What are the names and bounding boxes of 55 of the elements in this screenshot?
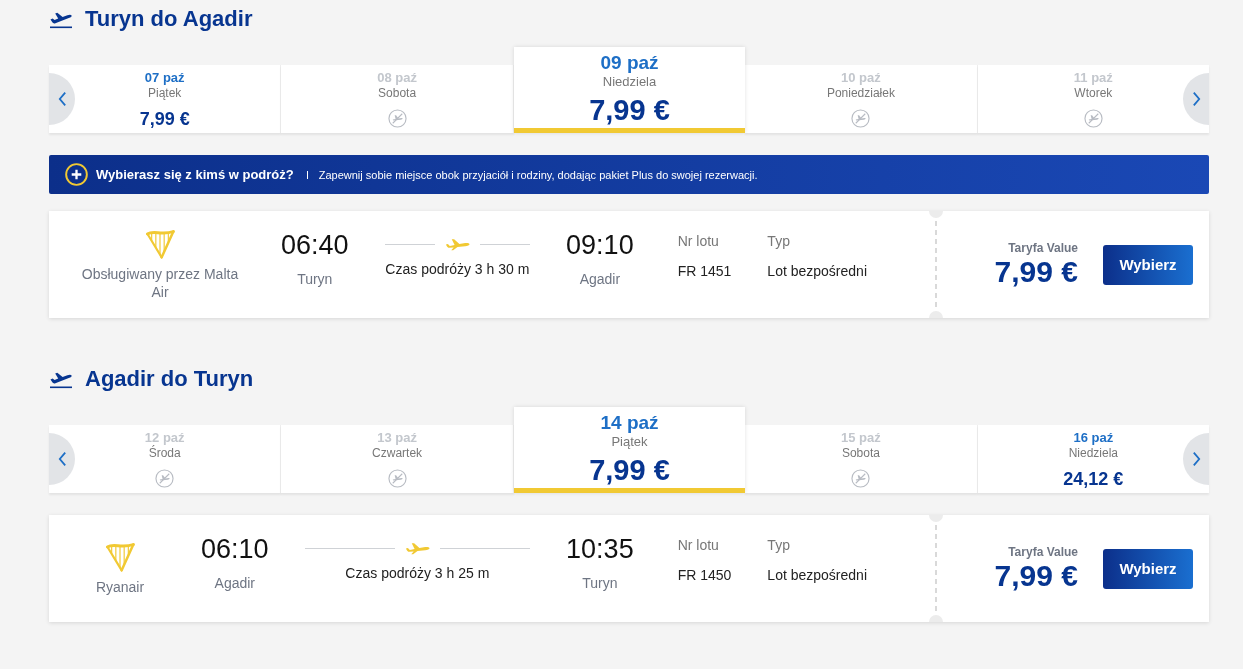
section-title: Agadir do Turyn [85,366,254,392]
flight-type: Lot bezpośredni [767,566,867,584]
section-title: Turyn do Agadir [85,6,253,32]
date-tab[interactable]: 14 paź Piątek 7,99 € [513,407,746,493]
date-tab[interactable]: 09 paź Niedziela 7,99 € [513,47,746,133]
date-tab[interactable]: 15 paź Sobota [745,425,978,493]
select-button[interactable]: Wybierz [1103,548,1193,589]
flight-type: Lot bezpośredni [767,262,867,280]
trip-duration: Czas podróży 3 h 30 m [385,260,530,278]
departure-time: 06:10 [201,533,269,566]
plus-icon [65,163,88,186]
fare-label: Taryfa Value [1008,240,1078,255]
fare-price: 7,99 € [994,254,1078,289]
no-flights-icon [387,109,407,128]
fare-label: Taryfa Value [1008,544,1078,559]
promo-title: Wybierasz się z kimś w podróż? [96,167,294,182]
fare-price: 7,99 € [994,558,1078,593]
flight-type-label: Typ [767,232,791,250]
flight-number: FR 1450 [677,566,732,584]
date-tab[interactable]: 13 paź Czwartek [281,425,514,493]
promo-text: Zapewnij sobie miejsce obok przyjaciół i rodziny, dodając pakiet Plus do swojej rezerwacji. [318,168,758,181]
date-tab[interactable]: 11 paź Wtorek [977,65,1210,133]
date-tab[interactable]: 12 paź Środa [49,425,282,493]
arrival-city: Turyn [582,575,618,591]
chevron-left-icon [57,451,67,467]
flight-number-label: Nr lotu [677,232,720,250]
departure-time: 06:40 [281,229,349,262]
no-flights-icon [851,109,871,128]
harp-logo-icon [105,541,135,572]
departure-city: Turyn [297,271,333,287]
flight-type-label: Typ [767,536,791,554]
no-flights-icon [155,469,175,488]
plane-icon [404,541,430,555]
date-tab[interactable]: 07 paź Piątek 7,99 € [49,65,282,133]
no-flights-icon [387,469,407,488]
plane-icon [444,237,470,251]
chevron-right-icon [1191,91,1201,107]
arrival-time: 10:35 [566,533,634,566]
trip-duration: Czas podróży 3 h 25 m [345,564,490,582]
flight-number: FR 1451 [677,262,732,280]
departure-city: Agadir [214,575,255,591]
chevron-left-icon [57,91,67,107]
no-flights-icon [1083,109,1103,128]
date-tab[interactable]: 08 paź Sobota [281,65,514,133]
harp-logo-icon [145,228,175,259]
arrival-time: 09:10 [566,229,634,262]
date-tab[interactable]: 16 paź Niedziela 24,12 € [977,425,1210,493]
arrival-city: Agadir [579,271,621,287]
airline-name: Obsługiwany przez Malta Air [80,264,240,301]
date-tab[interactable]: 10 paź Poniedziałek [745,65,978,133]
no-flights-icon [851,469,871,488]
flight-number-label: Nr lotu [677,536,720,554]
chevron-right-icon [1191,451,1201,467]
select-button[interactable]: Wybierz [1103,244,1193,285]
airline-name: Ryanair [95,577,145,596]
